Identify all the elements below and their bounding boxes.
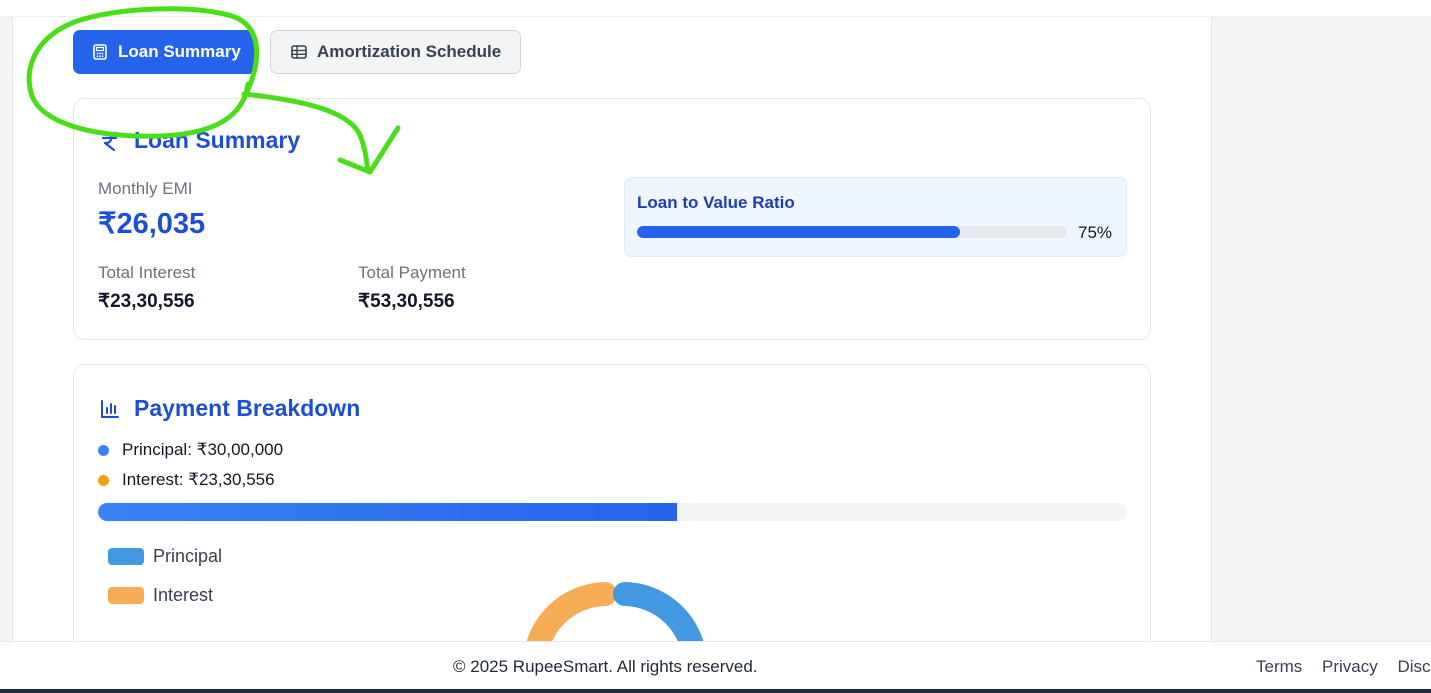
rupee-icon xyxy=(98,129,122,153)
monthly-emi-value: ₹26,035 xyxy=(98,208,206,240)
principal-dot xyxy=(98,444,109,456)
chart-legend-interest[interactable]: Interest xyxy=(108,585,213,606)
principal-share-bar xyxy=(98,503,1127,521)
card-title-text: Payment Breakdown xyxy=(134,395,361,421)
ltv-progress-track xyxy=(637,226,1067,238)
tab-label: Amortization Schedule xyxy=(317,42,502,61)
bar-chart-icon xyxy=(98,397,122,421)
footer-copyright: © 2025 RupeeSmart. All rights reserved. xyxy=(453,657,758,676)
principal-swatch xyxy=(108,548,144,565)
footer-links: Terms Privacy Discl xyxy=(1256,657,1431,677)
monthly-emi-label: Monthly EMI xyxy=(98,179,193,198)
ltv-percent: 75% xyxy=(1078,223,1113,242)
principal-text: Principal: ₹30,00,000 xyxy=(122,440,284,459)
total-interest-label: Total Interest xyxy=(98,263,196,282)
bottom-edge xyxy=(0,689,1431,693)
footer: © 2025 RupeeSmart. All rights reserved. … xyxy=(0,641,1431,689)
principal-legend-item: Principal: ₹30,00,000 xyxy=(98,440,283,460)
table-icon xyxy=(290,43,308,61)
calculator-icon xyxy=(91,43,109,61)
right-panel xyxy=(1211,17,1431,641)
total-interest-value: ₹23,30,556 xyxy=(98,291,195,312)
interest-swatch xyxy=(108,587,144,604)
principal-share-fill xyxy=(98,503,678,521)
interest-text: Interest: ₹23,30,556 xyxy=(122,470,275,489)
loan-summary-heading: Loan Summary xyxy=(98,127,300,154)
ltv-label: Loan to Value Ratio xyxy=(637,193,795,212)
card-title-text: Loan Summary xyxy=(134,127,301,153)
left-rail xyxy=(0,17,13,641)
ltv-progress-fill xyxy=(637,226,960,238)
total-payment-label: Total Payment xyxy=(358,263,466,282)
tab-amortization-schedule[interactable]: Amortization Schedule xyxy=(270,30,521,74)
interest-dot xyxy=(98,474,109,486)
footer-link-disclaimer[interactable]: Discl xyxy=(1397,657,1431,676)
loan-summary-card: Loan Summary Monthly EMI ₹26,035 Total I… xyxy=(73,98,1151,340)
chart-legend-label: Interest xyxy=(153,585,214,605)
chart-legend-label: Principal xyxy=(153,546,223,566)
payment-breakdown-heading: Payment Breakdown xyxy=(98,395,360,422)
payment-breakdown-card: Payment Breakdown Principal: ₹30,00,000 … xyxy=(73,364,1151,664)
tab-label: Loan Summary xyxy=(118,42,241,61)
interest-legend-item: Interest: ₹23,30,556 xyxy=(98,470,275,490)
total-payment-value: ₹53,30,556 xyxy=(358,291,455,312)
loan-to-value-panel: Loan to Value Ratio 75% xyxy=(624,177,1127,257)
tab-loan-summary[interactable]: Loan Summary xyxy=(73,30,256,74)
footer-link-privacy[interactable]: Privacy xyxy=(1322,657,1378,676)
footer-link-terms[interactable]: Terms xyxy=(1256,657,1302,676)
chart-legend-principal[interactable]: Principal xyxy=(108,546,222,567)
